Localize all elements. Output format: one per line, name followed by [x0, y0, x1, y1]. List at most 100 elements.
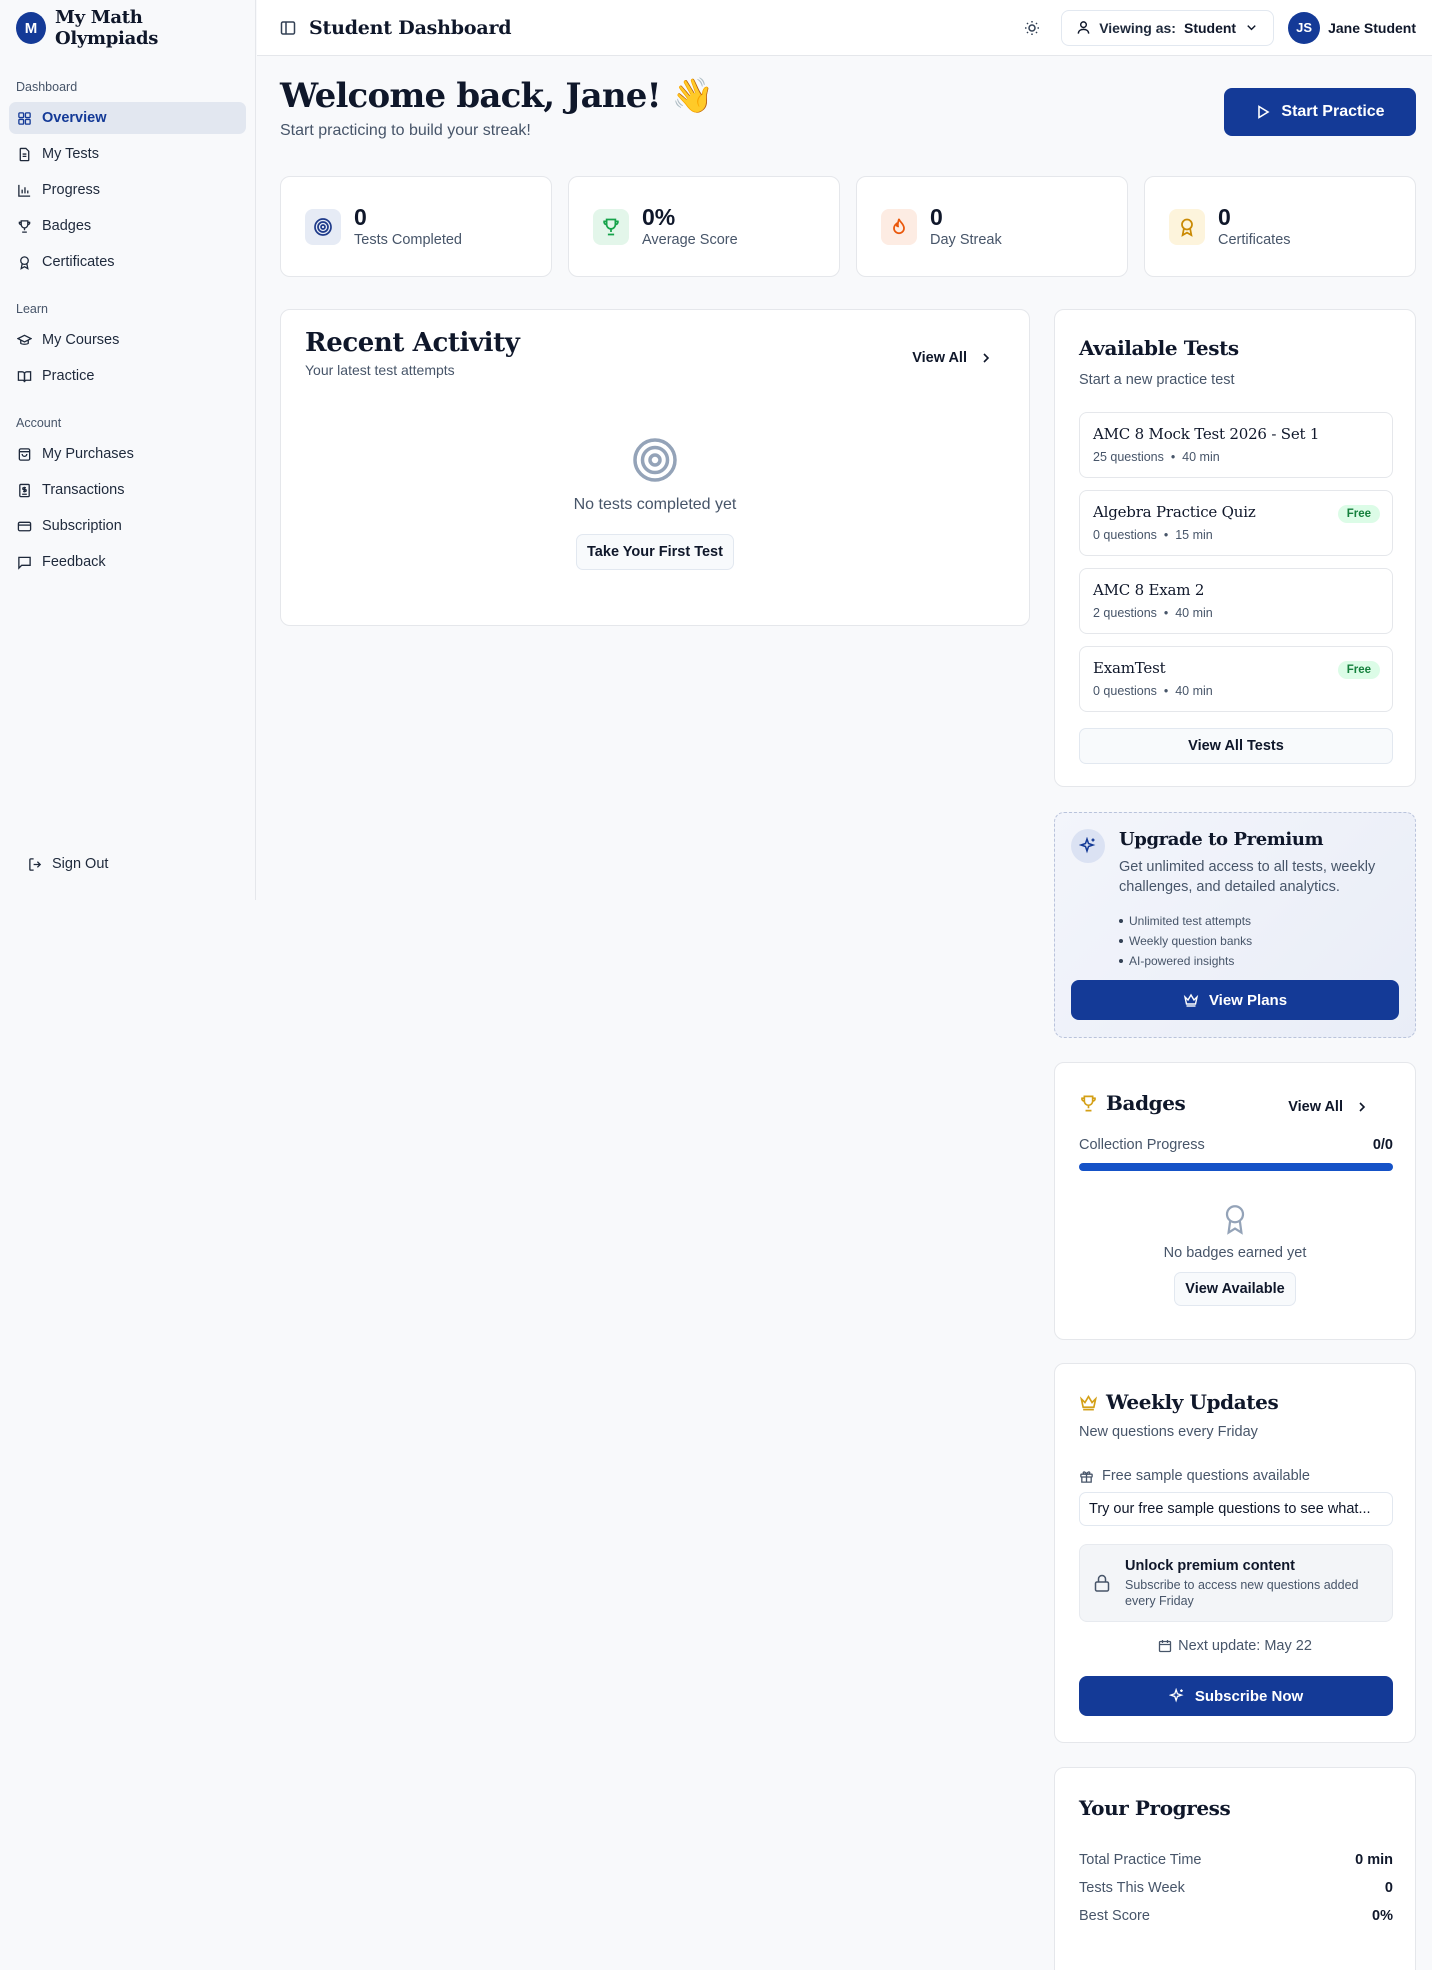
stat-label: Average Score	[642, 232, 738, 249]
sidebar-item-my-tests[interactable]: My Tests	[9, 138, 246, 170]
test-meta: 0 questions • 15 min	[1093, 528, 1213, 542]
your-progress-title: Your Progress	[1079, 1796, 1231, 1820]
gift-icon	[1080, 1470, 1093, 1483]
start-practice-button[interactable]: Start Practice	[1224, 88, 1416, 136]
start-practice-label: Start Practice	[1281, 103, 1385, 120]
trophy-icon	[603, 218, 619, 235]
available-tests-subtitle: Start a new practice test	[1079, 372, 1235, 388]
badges-view-all-link[interactable]: View All	[1288, 1099, 1369, 1115]
sidebar-item-label: Badges	[42, 218, 92, 234]
stat-value: 0	[354, 203, 367, 230]
sidebar-item-my-courses[interactable]: My Courses	[9, 324, 246, 356]
view-all-tests-button[interactable]: View All Tests	[1079, 728, 1393, 764]
progress-row: Best Score 0%	[1079, 1908, 1393, 1924]
crown-icon	[1079, 1394, 1098, 1410]
file-text-icon	[19, 147, 30, 161]
nav-group-label: Dashboard	[16, 80, 78, 94]
progress-row: Tests This Week 0	[1079, 1880, 1393, 1896]
progress-row-label: Tests This Week	[1079, 1880, 1185, 1896]
upgrade-premium-card: Upgrade to Premium Get unlimited access …	[1054, 812, 1416, 1038]
sidebar-item-feedback[interactable]: Feedback	[9, 546, 246, 578]
subscribe-now-button[interactable]: Subscribe Now	[1079, 1676, 1393, 1716]
sidebar: M My Math Olympiads Dashboard Overview M…	[0, 0, 256, 900]
view-plans-button[interactable]: View Plans	[1071, 980, 1399, 1020]
target-icon	[633, 438, 677, 482]
sparkles-icon	[1071, 829, 1105, 863]
sidebar-toggle-icon[interactable]	[279, 19, 297, 37]
graduation-cap-icon	[17, 334, 32, 345]
viewing-as-dropdown[interactable]: Viewing as: Student	[1061, 9, 1275, 46]
sidebar-item-overview[interactable]: Overview	[9, 102, 246, 134]
trophy-icon	[1081, 1095, 1096, 1111]
sidebar-item-my-purchases[interactable]: My Purchases	[9, 438, 246, 470]
sun-icon[interactable]	[1023, 19, 1041, 37]
brand-logo: M	[16, 12, 46, 44]
weekly-subtitle: New questions every Friday	[1079, 1424, 1258, 1440]
view-available-button[interactable]: View Available	[1174, 1272, 1296, 1306]
test-meta: 25 questions • 40 min	[1093, 450, 1220, 464]
badges-card: Badges View All Collection Progress 0/0 …	[1054, 1062, 1416, 1340]
available-tests-title: Available Tests	[1079, 336, 1239, 360]
test-name: AMC 8 Mock Test 2026 - Set 1	[1093, 425, 1320, 443]
viewing-as-label: Viewing as:	[1099, 19, 1176, 36]
stat-value: 0%	[642, 203, 676, 230]
sidebar-item-label: Certificates	[42, 254, 115, 270]
sidebar-item-label: My Courses	[42, 332, 120, 348]
log-out-icon	[29, 857, 42, 871]
recent-view-all-link[interactable]: View All	[912, 350, 993, 366]
recent-activity-title: Recent Activity	[305, 328, 520, 358]
user-menu[interactable]: JS Jane Student	[1288, 11, 1416, 44]
test-meta: 2 questions • 40 min	[1093, 606, 1213, 620]
sidebar-item-progress[interactable]: Progress	[9, 174, 246, 206]
sample-question-preview[interactable]: Try our free sample questions to see wha…	[1079, 1492, 1393, 1526]
test-item[interactable]: ExamTest 0 questions • 40 min Free	[1079, 646, 1393, 712]
test-duration: 40 min	[1175, 606, 1213, 620]
premium-feature: Weekly question banks	[1119, 931, 1252, 951]
flame-icon	[893, 218, 905, 234]
premium-title: Upgrade to Premium	[1119, 829, 1324, 850]
sidebar-item-badges[interactable]: Badges	[9, 210, 246, 242]
grid-icon	[18, 111, 31, 125]
test-item[interactable]: Algebra Practice Quiz 0 questions • 15 m…	[1079, 490, 1393, 556]
empty-state-text: No tests completed yet	[573, 496, 737, 513]
test-meta: 0 questions • 40 min	[1093, 684, 1213, 698]
target-icon	[314, 217, 332, 236]
sidebar-item-subscription[interactable]: Subscription	[9, 510, 246, 542]
progress-row: Total Practice Time 0 min	[1079, 1852, 1393, 1868]
test-item[interactable]: AMC 8 Mock Test 2026 - Set 1 25 question…	[1079, 412, 1393, 478]
sidebar-item-practice[interactable]: Practice	[9, 360, 246, 392]
award-icon	[1225, 1205, 1245, 1235]
test-questions: 25 questions	[1093, 450, 1164, 464]
nav-group-label: Learn	[16, 302, 48, 316]
take-first-test-button[interactable]: Take Your First Test	[576, 534, 734, 570]
sidebar-item-transactions[interactable]: Transactions	[9, 474, 246, 506]
free-sample-text: Free sample questions available	[1102, 1468, 1310, 1484]
stat-tests-completed: 0 Tests Completed	[280, 176, 552, 277]
test-duration: 40 min	[1175, 684, 1213, 698]
test-questions: 0 questions	[1093, 684, 1157, 698]
next-update-text: Next update: May 22	[1178, 1638, 1312, 1654]
award-icon	[20, 255, 29, 270]
page-title: Student Dashboard	[309, 16, 512, 39]
chevron-right-icon	[1359, 1102, 1366, 1112]
sign-out-label: Sign Out	[52, 856, 109, 872]
sign-out-button[interactable]: Sign Out	[28, 856, 108, 872]
brand[interactable]: M My Math Olympiads	[0, 0, 255, 56]
stat-icon-bg	[881, 208, 917, 245]
view-plans-label: View Plans	[1208, 991, 1288, 1009]
sidebar-item-label: Practice	[42, 368, 95, 384]
calendar-icon	[1158, 1640, 1172, 1653]
unlock-premium-box: Unlock premium content Subscribe to acce…	[1079, 1544, 1393, 1622]
sparkles-icon	[1168, 1688, 1184, 1703]
stat-certificates: 0 Certificates	[1144, 176, 1416, 277]
test-item[interactable]: AMC 8 Exam 2 2 questions • 40 min	[1079, 568, 1393, 634]
collection-progress-bar	[1079, 1163, 1393, 1171]
lock-icon	[1094, 1574, 1110, 1592]
progress-row-value: 0 min	[1355, 1852, 1393, 1868]
sidebar-item-certificates[interactable]: Certificates	[9, 246, 246, 278]
chevron-down-icon	[1247, 25, 1256, 31]
badges-title: Badges	[1106, 1091, 1186, 1115]
sidebar-item-label: Feedback	[42, 554, 106, 570]
progress-row-label: Total Practice Time	[1079, 1852, 1202, 1868]
view-all-label: View All	[1288, 1099, 1343, 1115]
